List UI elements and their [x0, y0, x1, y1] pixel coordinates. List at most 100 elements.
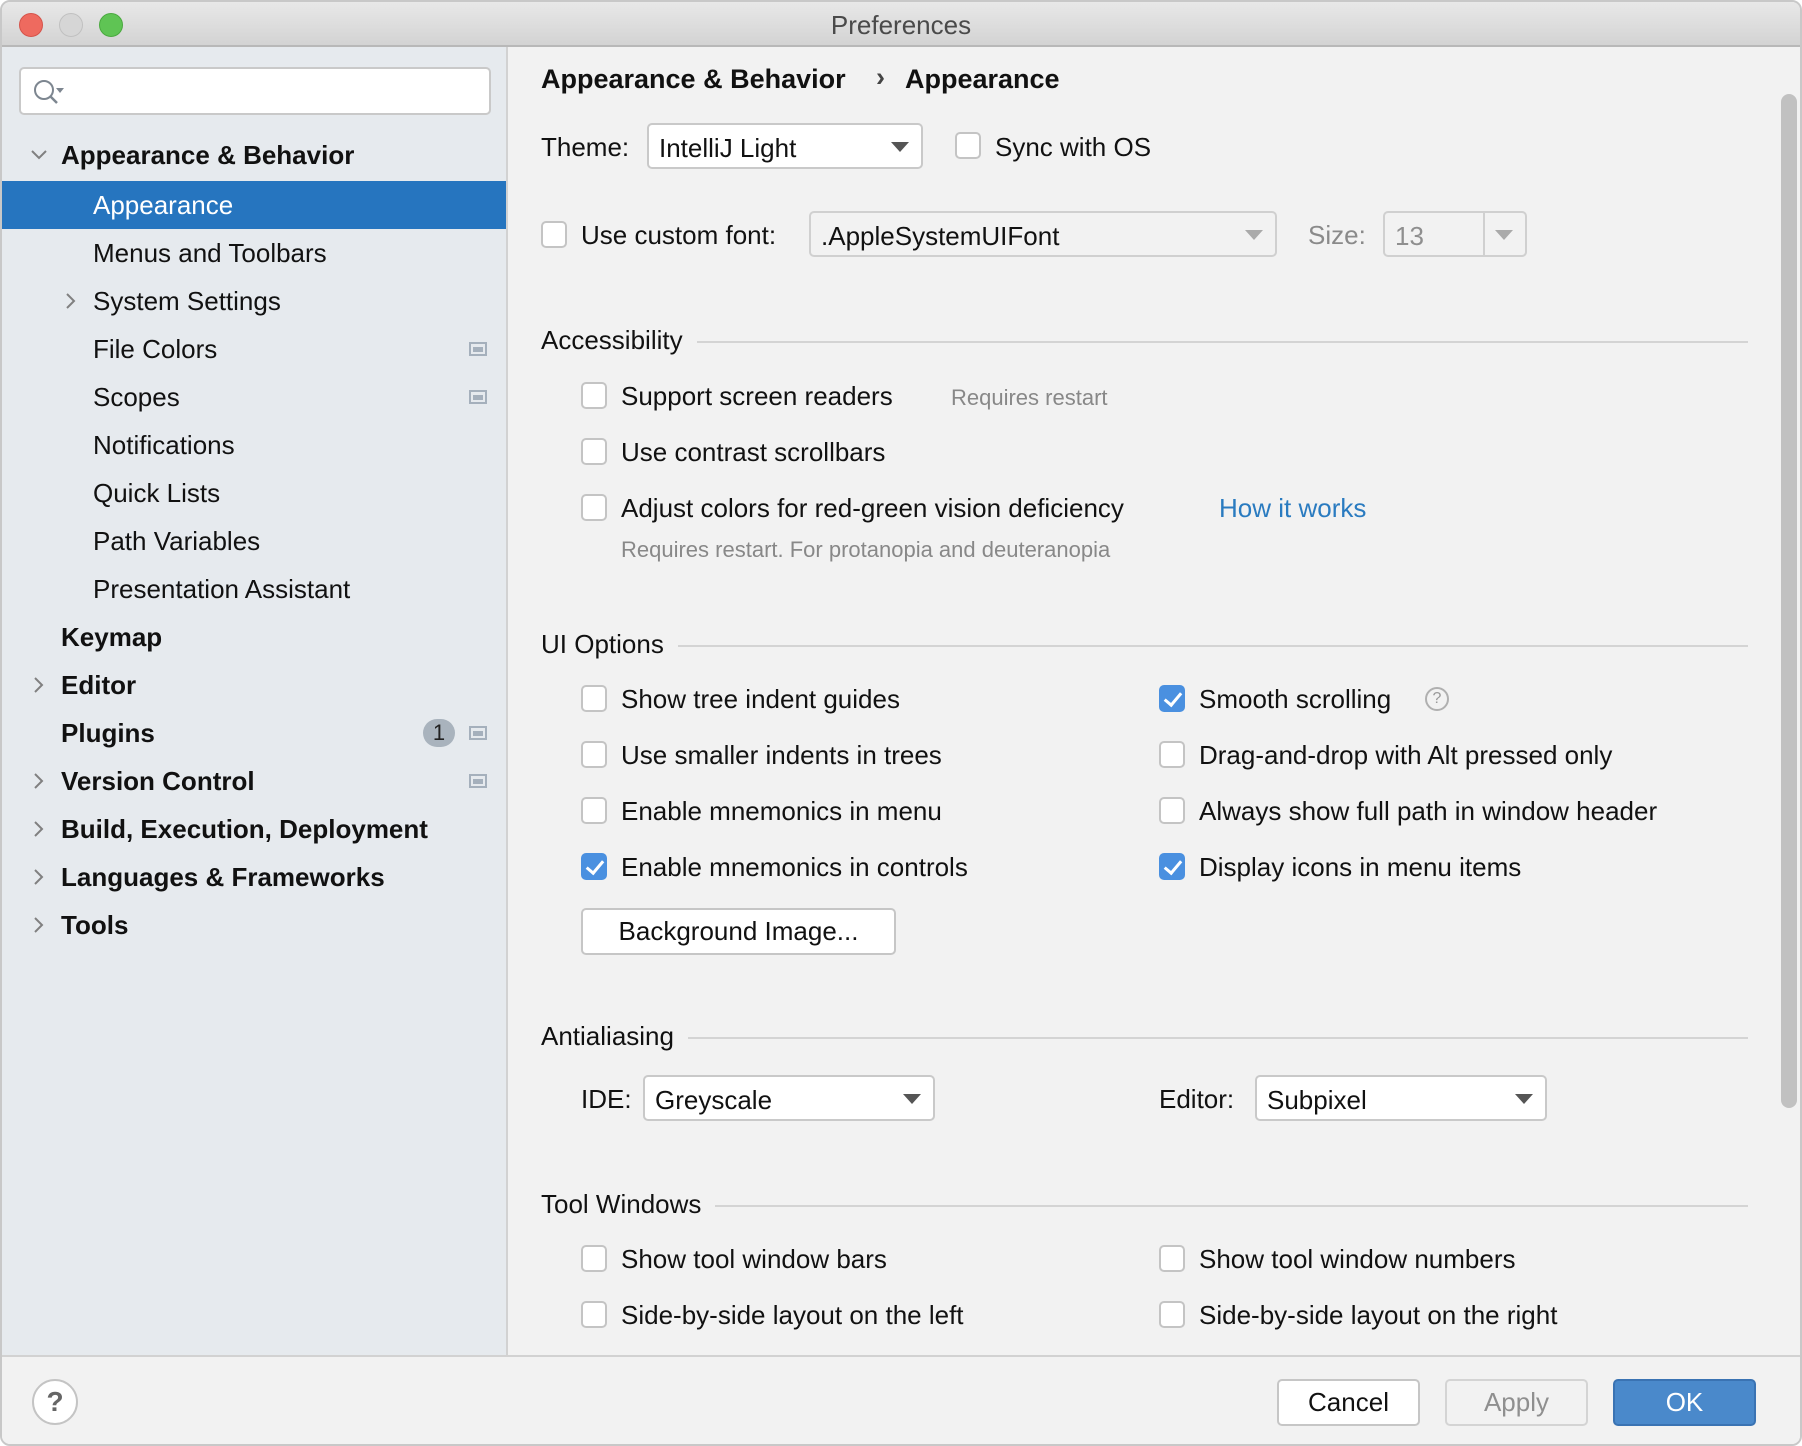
color-deficiency-hint: Requires restart. For protanopia and deu… [621, 537, 1111, 562]
ui-options-section-header: UI Options [541, 629, 1748, 660]
chevron-right-icon[interactable] [61, 291, 81, 311]
use-contrast-scrollbars-checkbox[interactable] [581, 438, 607, 465]
theme-value: IntelliJ Light [659, 133, 797, 163]
chevron-right-icon[interactable] [29, 819, 49, 839]
project-level-icon [469, 342, 487, 356]
tree-item-label: Quick Lists [93, 477, 221, 508]
tree-item-keymap[interactable]: Keymap [2, 613, 506, 661]
tree-item-appearance[interactable]: Appearance [2, 181, 506, 229]
tree-item-file-colors[interactable]: File Colors [2, 325, 506, 373]
use-smaller-indents-checkbox[interactable] [581, 741, 607, 768]
dropdown-arrow-icon [1245, 230, 1263, 240]
tree-item-menus-and-toolbars[interactable]: Menus and Toolbars [2, 229, 506, 277]
requires-restart-hint: Requires restart [951, 385, 1108, 410]
content-scrollbar[interactable] [1781, 94, 1797, 1108]
chevron-right-icon[interactable] [29, 771, 49, 791]
smooth-scrolling-checkbox[interactable] [1159, 685, 1185, 712]
ok-button[interactable]: OK [1613, 1379, 1756, 1426]
tree-item-label: Appearance & Behavior [61, 139, 355, 170]
show-full-path-checkbox[interactable] [1159, 797, 1185, 824]
support-screen-readers-checkbox[interactable] [581, 382, 607, 409]
settings-search-input[interactable] [19, 67, 491, 115]
tree-item-version-control[interactable]: Version Control [2, 757, 506, 805]
font-size-label: Size: [1308, 220, 1366, 250]
side-by-side-right-checkbox[interactable] [1159, 1301, 1185, 1328]
editor-antialiasing-value: Subpixel [1267, 1085, 1367, 1115]
section-divider [541, 645, 1748, 647]
settings-sidebar: Appearance & Behavior Appearance Menus a… [2, 47, 508, 1355]
dropdown-arrow-icon [903, 1094, 921, 1104]
project-level-icon [469, 390, 487, 404]
title-bar: Preferences [2, 2, 1800, 47]
theme-label: Theme: [541, 132, 630, 162]
side-by-side-right-label[interactable]: Side-by-side layout on the right [1199, 1300, 1557, 1331]
enable-mnemonics-controls-checkbox[interactable] [581, 853, 607, 880]
tree-item-path-variables[interactable]: Path Variables [2, 517, 506, 565]
chevron-right-icon[interactable] [29, 675, 49, 695]
display-icons-in-menu-label[interactable]: Display icons in menu items [1199, 852, 1521, 883]
enable-mnemonics-menu-label[interactable]: Enable mnemonics in menu [621, 796, 942, 827]
custom-font-dropdown[interactable]: .AppleSystemUIFont [809, 211, 1277, 257]
tree-item-presentation-assistant[interactable]: Presentation Assistant [2, 565, 506, 613]
tree-item-label: Version Control [61, 765, 255, 796]
chevron-right-icon[interactable] [29, 915, 49, 935]
show-tool-window-bars-label[interactable]: Show tool window bars [621, 1244, 887, 1275]
use-custom-font-label[interactable]: Use custom font: [581, 220, 776, 251]
support-screen-readers-label[interactable]: Support screen readers [621, 381, 893, 412]
show-tool-window-bars-checkbox[interactable] [581, 1245, 607, 1272]
side-by-side-left-label[interactable]: Side-by-side layout on the left [621, 1300, 964, 1331]
ide-antialiasing-dropdown[interactable]: Greyscale [643, 1075, 935, 1121]
enable-mnemonics-controls-label[interactable]: Enable mnemonics in controls [621, 852, 968, 883]
drag-and-drop-alt-checkbox[interactable] [1159, 741, 1185, 768]
enable-mnemonics-menu-checkbox[interactable] [581, 797, 607, 824]
apply-button[interactable]: Apply [1445, 1379, 1588, 1426]
use-custom-font-checkbox[interactable] [541, 221, 567, 248]
editor-antialiasing-dropdown[interactable]: Subpixel [1255, 1075, 1547, 1121]
show-full-path-label[interactable]: Always show full path in window header [1199, 796, 1657, 827]
show-tree-indent-guides-label[interactable]: Show tree indent guides [621, 684, 900, 715]
tree-item-appearance-behavior[interactable]: Appearance & Behavior [2, 131, 506, 179]
chevron-down-icon[interactable] [29, 145, 49, 165]
tree-item-notifications[interactable]: Notifications [2, 421, 506, 469]
show-tool-window-numbers-label[interactable]: Show tool window numbers [1199, 1244, 1516, 1275]
side-by-side-left-checkbox[interactable] [581, 1301, 607, 1328]
use-smaller-indents-label[interactable]: Use smaller indents in trees [621, 740, 942, 771]
show-tree-indent-guides-checkbox[interactable] [581, 685, 607, 712]
drag-and-drop-alt-label[interactable]: Drag-and-drop with Alt pressed only [1199, 740, 1612, 771]
show-tool-window-numbers-checkbox[interactable] [1159, 1245, 1185, 1272]
help-question-icon[interactable]: ? [1425, 687, 1449, 711]
tree-item-system-settings[interactable]: System Settings [2, 277, 506, 325]
sync-with-os-label[interactable]: Sync with OS [995, 132, 1151, 163]
help-button[interactable]: ? [32, 1379, 78, 1425]
cancel-button[interactable]: Cancel [1277, 1379, 1420, 1426]
sync-with-os-checkbox[interactable] [955, 132, 981, 159]
window-title: Preferences [830, 10, 972, 40]
tool-windows-section-header: Tool Windows [541, 1189, 1748, 1220]
background-image-button[interactable]: Background Image... [581, 908, 896, 955]
accessibility-section-header: Accessibility [541, 325, 1748, 356]
tree-item-scopes[interactable]: Scopes [2, 373, 506, 421]
smooth-scrolling-label[interactable]: Smooth scrolling [1199, 684, 1391, 715]
breadcrumb-parent[interactable]: Appearance & Behavior [541, 64, 846, 95]
adjust-colors-checkbox[interactable] [581, 494, 607, 521]
tree-item-build-execution-deployment[interactable]: Build, Execution, Deployment [2, 805, 506, 853]
project-level-icon [469, 774, 487, 788]
dropdown-arrow-icon [891, 142, 909, 152]
tree-item-editor[interactable]: Editor [2, 661, 506, 709]
tree-item-quick-lists[interactable]: Quick Lists [2, 469, 506, 517]
dropdown-arrow-icon [1515, 1094, 1533, 1104]
tree-item-tools[interactable]: Tools [2, 901, 506, 949]
tree-item-plugins[interactable]: Plugins 1 [2, 709, 506, 757]
theme-dropdown[interactable]: IntelliJ Light [647, 123, 923, 169]
how-it-works-link[interactable]: How it works [1219, 493, 1366, 524]
chevron-right-icon[interactable] [29, 867, 49, 887]
ide-antialiasing-label: IDE: [581, 1084, 632, 1114]
tree-item-languages-frameworks[interactable]: Languages & Frameworks [2, 853, 506, 901]
use-contrast-scrollbars-label[interactable]: Use contrast scrollbars [621, 437, 885, 468]
tree-item-label: Languages & Frameworks [61, 861, 385, 892]
tree-item-label: System Settings [93, 285, 281, 316]
adjust-colors-label[interactable]: Adjust colors for red-green vision defic… [621, 493, 1124, 524]
font-size-combo[interactable]: 13 [1383, 211, 1527, 257]
display-icons-in-menu-checkbox[interactable] [1159, 853, 1185, 880]
tree-item-label: Notifications [93, 429, 235, 460]
